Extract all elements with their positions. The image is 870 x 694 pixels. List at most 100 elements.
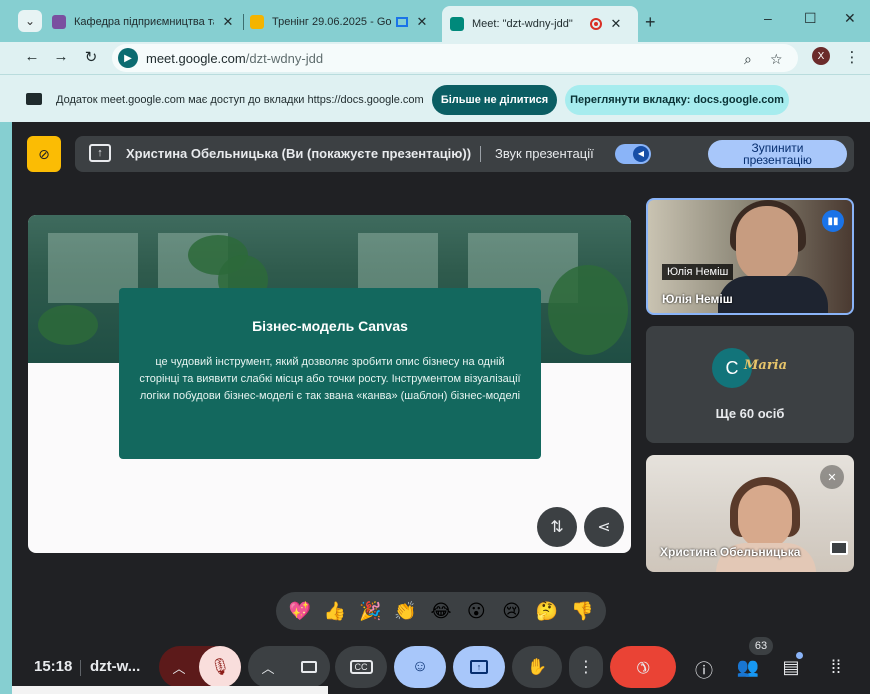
raise-hand-button[interactable]: ✋	[512, 646, 562, 688]
stop-presenting-button[interactable]: Зупинити презентацію	[708, 140, 847, 168]
tab-label: Meet: "dzt-wdny-jdd"	[472, 18, 573, 30]
pip-icon[interactable]	[830, 541, 848, 555]
reaction-clapping[interactable]: 👏	[391, 601, 421, 622]
close-tab-icon[interactable]: ✕	[608, 16, 624, 32]
tab-label: Тренінг 29.06.2025 - Google	[272, 16, 392, 28]
divider	[80, 660, 81, 676]
profile-avatar[interactable]: X	[812, 47, 830, 65]
hand-icon: ✋	[527, 659, 547, 676]
divider	[480, 146, 481, 162]
mic-off-icon: ✕	[820, 465, 844, 489]
sharing-infobar: Додаток meet.google.com має доступ до вк…	[0, 74, 870, 122]
participant-tile[interactable]: Юлія Неміш Юлія Неміш ▮▮	[646, 198, 854, 315]
presentation-audio-toggle[interactable]: ◀	[615, 144, 651, 164]
tab-label: Кафедра підприємництва та м	[74, 16, 214, 28]
url-text: meet.google.com/dzt-wdny-jdd	[146, 51, 323, 66]
leave-call-button[interactable]: ✆	[610, 646, 676, 688]
present-button[interactable]: ↑	[453, 646, 505, 688]
mic-options-chevron-icon[interactable]: ︿	[159, 658, 199, 677]
window-edge	[0, 122, 12, 694]
share-icon: ⋖	[597, 519, 611, 536]
presenting-bar: ↑ Христина Обельницька (Ви (покажуєте пр…	[75, 136, 854, 172]
zoom-icon[interactable]: ⌕	[744, 51, 752, 68]
chat-notification-dot	[796, 652, 803, 659]
meeting-code[interactable]: dzt-w...	[90, 658, 140, 675]
speaker-icon: ◀	[633, 146, 649, 162]
meeting-info-icon[interactable]: ⓘ	[692, 657, 716, 683]
reaction-thumbs-down[interactable]: 👎	[567, 601, 597, 622]
participant-video	[736, 206, 798, 282]
slide-text-card: Бізнес-модель Canvas це чудовий інструме…	[119, 288, 541, 459]
self-tile[interactable]: ✕ Христина Обельницька	[646, 455, 854, 572]
maximize-button[interactable]: ☐	[804, 10, 817, 27]
forward-arrow-icon[interactable]: →	[51, 48, 71, 65]
bookmark-star-icon[interactable]: ☆	[770, 51, 783, 68]
participant-count-badge: 63	[749, 637, 773, 655]
participant-name: Юлія Неміш	[662, 292, 733, 306]
chat-icon[interactable]: ▤	[779, 657, 803, 678]
more-participants-label: Ще 60 осіб	[715, 406, 785, 421]
url-path: /dzt-wdny-jdd	[245, 50, 324, 66]
close-tab-icon[interactable]: ✕	[414, 14, 430, 30]
reactions-button[interactable]: ☺	[394, 646, 446, 688]
present-upload-icon: ↑	[89, 144, 111, 162]
reaction-surprised[interactable]: 😮	[461, 601, 491, 622]
close-window-button[interactable]: ✕	[844, 10, 856, 27]
reaction-thumbs-up[interactable]: 👍	[320, 601, 350, 622]
address-bar[interactable]: ▶ meet.google.com/dzt-wdny-jdd ⌕ ☆	[112, 44, 798, 72]
no-camera-icon[interactable]: ⊘	[27, 136, 61, 172]
presentation-slide: Бізнес-модель Canvas це чудовий інструме…	[28, 215, 631, 553]
slide-body: це чудовий інструмент, який дозволяє зро…	[139, 356, 521, 402]
chevron-down-icon: ⌄	[24, 14, 36, 28]
reaction-laughing[interactable]: 😂	[426, 601, 456, 622]
emoji-icon: ☺	[411, 658, 429, 675]
mic-off-button[interactable]: 🎙	[199, 646, 241, 688]
meeting-clock: 15:18	[34, 658, 73, 675]
presentation-audio-label: Звук презентації	[495, 146, 594, 161]
browser-menu-icon[interactable]: ⋮	[842, 48, 862, 66]
end-call-icon: ✆	[631, 655, 654, 678]
tab-slides[interactable]: Тренінг 29.06.2025 - Google ✕	[250, 6, 430, 38]
sharing-tab-icon	[396, 17, 408, 27]
browser-toolbar: ← → ↻ ▶ meet.google.com/dzt-wdny-jdd ⌕ ☆…	[0, 42, 870, 74]
reaction-party-popper[interactable]: 🎉	[355, 601, 385, 622]
slides-icon	[250, 15, 264, 29]
captions-icon: CC	[349, 660, 373, 674]
new-tab-button[interactable]: +	[645, 12, 656, 33]
minimize-button[interactable]: –	[764, 10, 772, 26]
more-vert-icon: ⋮	[578, 659, 594, 676]
speaking-indicator-icon: ▮▮	[822, 210, 844, 232]
view-tab-button[interactable]: Переглянути вкладку: docs.google.com	[565, 85, 789, 115]
avatar-overlay-text: Maria	[744, 358, 788, 373]
reaction-crying[interactable]: 😢	[497, 601, 527, 622]
taskbar-strip	[12, 686, 328, 694]
mic-control-group: ︿ 🎙	[159, 646, 241, 688]
camera-button[interactable]	[288, 646, 330, 688]
more-options-button[interactable]: ⋮	[569, 646, 603, 688]
people-icon[interactable]: 👥	[736, 657, 760, 678]
camera-options-chevron-icon[interactable]: ︿	[248, 658, 288, 677]
share-button[interactable]: ⋖	[584, 507, 624, 547]
activities-grid-icon[interactable]: ⁞⁞	[824, 657, 848, 678]
reaction-sparkling-heart[interactable]: 💖	[285, 601, 315, 622]
stop-sharing-button[interactable]: Більше не ділитися	[432, 85, 557, 115]
swap-layout-button[interactable]: ⇅	[537, 507, 577, 547]
others-tile[interactable]: C Maria Ще 60 осіб	[646, 326, 854, 443]
screen-share-icon	[26, 93, 42, 105]
reaction-thinking[interactable]: 🤔	[532, 601, 562, 622]
tab-meet[interactable]: Meet: "dzt-wdny-jdd" ✕	[442, 6, 638, 42]
tab-kafedra[interactable]: Кафедра підприємництва та м ✕	[52, 6, 236, 38]
reaction-bar: 💖 👍 🎉 👏 😂 😮 😢 🤔 👎	[276, 592, 606, 630]
present-screen-icon: ↑	[470, 660, 488, 674]
browser-tab-strip: ⌄ Кафедра підприємництва та м ✕ Тренінг …	[0, 0, 870, 42]
swap-arrows-icon: ⇅	[550, 519, 564, 536]
participant-name: Христина Обельницька	[660, 545, 801, 559]
back-arrow-icon[interactable]: ←	[22, 48, 42, 65]
url-host: meet.google.com	[146, 50, 246, 66]
participant-name-tag: Юлія Неміш	[662, 264, 734, 280]
captions-button[interactable]: CC	[335, 646, 387, 688]
site-camera-icon[interactable]: ▶	[118, 48, 138, 68]
close-tab-icon[interactable]: ✕	[220, 14, 236, 30]
tab-search-button[interactable]: ⌄	[18, 10, 42, 32]
reload-icon[interactable]: ↻	[81, 48, 101, 66]
